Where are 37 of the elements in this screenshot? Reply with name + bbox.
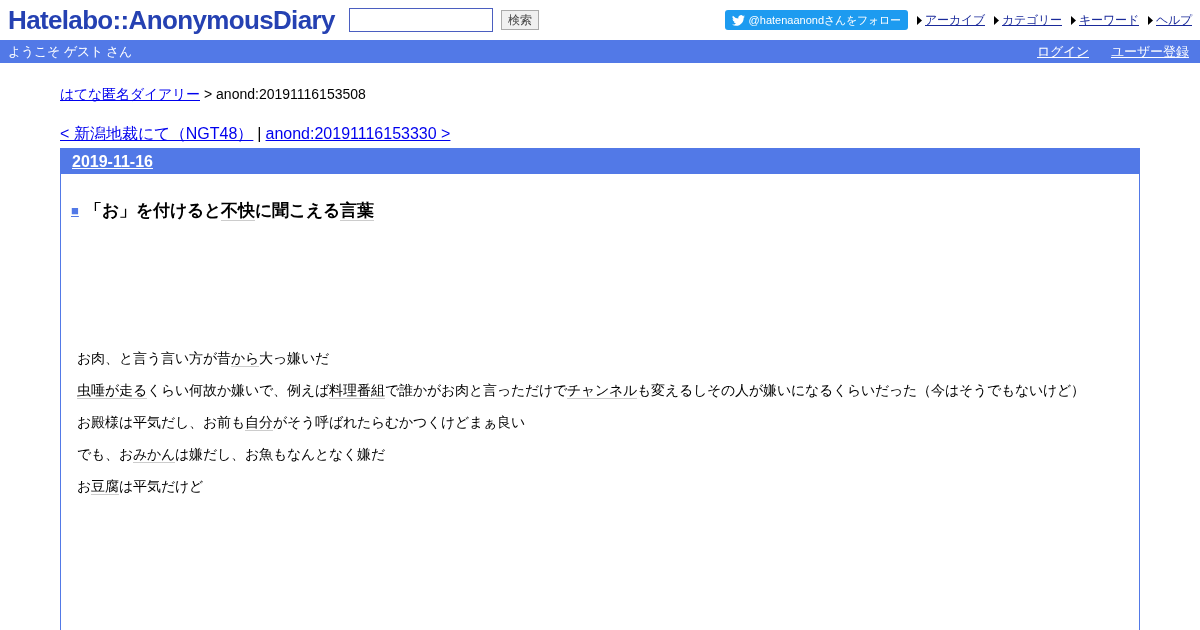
- keyword-link[interactable]: チャンネル: [567, 381, 637, 399]
- keyword-link[interactable]: 料理番組: [329, 381, 385, 399]
- nav-link[interactable]: カテゴリー: [1002, 11, 1062, 29]
- nav-link[interactable]: ヘルプ: [1156, 11, 1192, 29]
- body-paragraph: 虫唾が走る くらい何故か嫌いで、例えば料理番組で誰かがお肉と言っただけでチャンネルも変えるしその人が嫌いになるくらいだった（今はそうでもないけど）: [77, 380, 1086, 400]
- next-entry-link[interactable]: anond:20191116153330 >: [265, 122, 451, 146]
- triangle-icon: [994, 15, 999, 25]
- search-button[interactable]: 検索: [500, 10, 539, 30]
- user-link[interactable]: ユーザー登録: [1111, 41, 1189, 62]
- breadcrumb-current: > anond:20191116153508: [204, 85, 366, 104]
- entry-title: 「お」を付けると不快に聞こえる言葉: [84, 200, 374, 223]
- body-paragraph: お殿様は平気だし、お前も 自分がそう呼ばれたらむかつくけどまぁ良い: [77, 412, 526, 432]
- keyword-link[interactable]: 不快: [220, 201, 255, 221]
- keyword-link[interactable]: みかん: [133, 445, 175, 463]
- triangle-icon: [917, 15, 922, 25]
- search-field[interactable]: [348, 8, 493, 32]
- nav-link[interactable]: キーワード: [1079, 11, 1139, 29]
- breadcrumb-link[interactable]: はてな匿名ダイアリー: [60, 84, 200, 105]
- keyword-link[interactable]: 虫唾が走る: [77, 381, 147, 399]
- triangle-icon: [1071, 15, 1076, 25]
- site-logo[interactable]: Hatelabo::AnonymousDiary: [8, 0, 335, 40]
- greeting-text: ようこそ ゲスト さん: [8, 42, 133, 61]
- bird-icon: [731, 14, 745, 26]
- user-link[interactable]: ログイン: [1037, 41, 1089, 62]
- date-link[interactable]: 2019-11-16: [72, 149, 153, 174]
- pager-separator: |: [257, 124, 262, 144]
- keyword-link[interactable]: 自分: [245, 413, 273, 431]
- keyword-link[interactable]: 豆腐: [91, 477, 119, 495]
- keyword-link[interactable]: 言葉: [339, 201, 374, 221]
- body-paragraph: お肉、と言う言い方が昔から 大っ嫌いだ: [77, 348, 330, 368]
- triangle-icon: [1148, 15, 1153, 25]
- nav-link[interactable]: アーカイブ: [925, 11, 985, 29]
- body-paragraph: お豆腐は平気だけど: [77, 476, 204, 496]
- body-paragraph: でも、おみかんは嫌だし、お魚もなんとなく嫌だ: [77, 444, 386, 464]
- keyword-link[interactable]: から: [231, 349, 259, 367]
- section-marker-link[interactable]: ■: [71, 201, 79, 221]
- prev-entry-link[interactable]: < 新潟地裁にて（NGT48）: [60, 122, 254, 146]
